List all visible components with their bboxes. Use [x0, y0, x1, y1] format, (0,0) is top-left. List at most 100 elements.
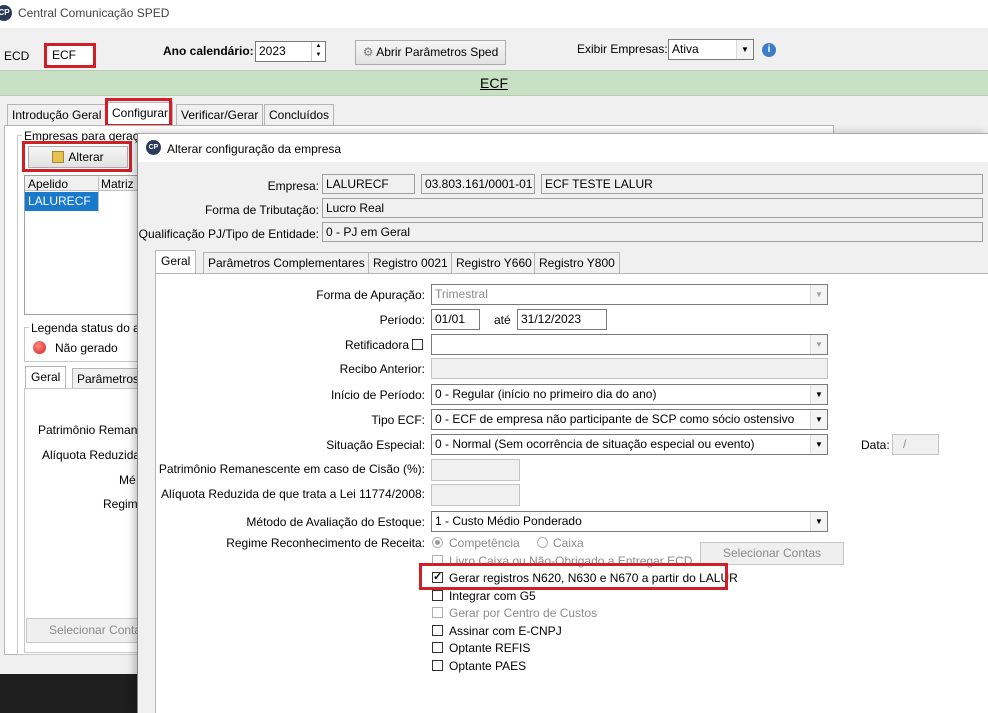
empresa-cnpj-field: 03.803.161/0001-01	[421, 174, 535, 194]
chevron-down-icon: ▼	[810, 335, 827, 354]
exibir-empresas-label: Exibir Empresas:	[577, 42, 668, 56]
tipo-ecf-label: Tipo ECF:	[371, 413, 425, 427]
optante-paes-checkbox[interactable]	[432, 660, 443, 671]
left-selecionar-contas-button[interactable]: Selecionar Conta	[26, 618, 142, 643]
taskbar-strip	[0, 674, 140, 713]
aliquota-input[interactable]	[431, 484, 520, 506]
ano-calendario-input[interactable]: 2023 ▲ ▼	[255, 41, 326, 62]
tipo-ecf-select[interactable]: 0 - ECF de empresa não participante de S…	[431, 409, 828, 430]
aliquota-label: Alíquota Reduzida de que trata a Lei 117…	[161, 487, 425, 501]
integrar-g5-checkbox[interactable]	[432, 590, 443, 601]
ate-label: até	[494, 313, 511, 327]
qualificacao-field: 0 - PJ em Geral	[322, 222, 983, 242]
selecionar-contas-button[interactable]: Selecionar Contas	[700, 542, 844, 565]
chevron-down-icon: ▼	[736, 40, 753, 59]
optante-refis-checkbox[interactable]	[432, 642, 443, 653]
empresa-nome-field: ECF TESTE LALUR	[541, 174, 983, 194]
abrir-parametros-sped-button[interactable]: ⚙ Abrir Parâmetros Sped	[355, 40, 506, 65]
left-label-aliquota: Alíquota Reduzida	[42, 448, 141, 462]
exibir-empresas-select[interactable]: Ativa ▼	[668, 39, 754, 60]
caixa-label: Caixa	[553, 536, 584, 550]
periodo-fim-input[interactable]: 31/12/2023	[517, 309, 607, 330]
periodo-label: Período:	[379, 313, 425, 327]
gear-icon: ⚙	[362, 45, 374, 59]
retificadora-label: Retificadora	[344, 338, 409, 352]
patrimonio-input[interactable]	[431, 459, 520, 481]
status-nao-gerado: Não gerado	[55, 341, 118, 355]
regime-label: Regime Reconhecimento de Receita:	[226, 536, 425, 550]
dialog-tab-geral[interactable]: Geral	[155, 250, 197, 273]
recibo-anterior-label: Recibo Anterior:	[339, 362, 425, 376]
patrimonio-label: Patrimônio Remanescente em caso de Cisão…	[158, 462, 425, 476]
left-label-regime: Regim	[103, 497, 138, 511]
chevron-down-icon: ▼	[810, 285, 827, 304]
highlight-configurar	[105, 98, 172, 127]
col-apelido[interactable]: Apelido	[28, 177, 68, 191]
left-label-patrimonio: Patrimônio Reman	[38, 423, 138, 437]
optante-refis-label: Optante REFIS	[449, 641, 531, 655]
ecd-tab[interactable]: ECD	[4, 49, 29, 63]
centro-custos-checkbox[interactable]	[432, 607, 443, 618]
tab-verificar-gerar[interactable]: Verificar/Gerar	[176, 104, 264, 125]
grid-divider	[98, 176, 99, 212]
left-label-metodo: Mé	[119, 473, 136, 487]
highlight-ecf	[44, 43, 96, 68]
empresa-apelido-field: LALURECF	[322, 174, 415, 194]
forma-apuracao-select[interactable]: Trimestral ▼	[431, 284, 828, 305]
title-bar: CP Central Comunicação SPED	[0, 0, 988, 28]
ano-calendario-label: Ano calendário:	[163, 44, 254, 58]
spin-icon[interactable]: ▲ ▼	[311, 42, 325, 61]
chevron-down-icon: ▼	[810, 385, 827, 404]
forma-apuracao-label: Forma de Apuração:	[316, 288, 425, 302]
tab-introducao-geral[interactable]: Introdução Geral	[7, 104, 107, 125]
table-row[interactable]: LALURECF	[25, 192, 98, 211]
integrar-g5-label: Integrar com G5	[449, 589, 536, 603]
highlight-alterar	[22, 141, 132, 172]
chevron-down-icon: ▼	[810, 512, 827, 531]
window-title: Central Comunicação SPED	[18, 6, 170, 20]
inicio-periodo-label: Início de Período:	[330, 388, 425, 402]
forma-tributacao-field: Lucro Real	[322, 198, 983, 218]
retificadora-select[interactable]: ▼	[431, 334, 828, 355]
ecf-banner: ECF	[0, 70, 988, 96]
status-red-icon	[33, 341, 46, 354]
competencia-radio[interactable]	[432, 537, 443, 548]
chevron-down-icon: ▼	[810, 435, 827, 454]
centro-custos-label: Gerar por Centro de Custos	[449, 606, 598, 620]
qualificacao-label: Qualificação PJ/Tipo de Entidade:	[138, 227, 319, 241]
competencia-label: Competência	[449, 536, 520, 550]
dialog-tab-registro-0021[interactable]: Registro 0021	[368, 252, 453, 273]
data-label: Data:	[861, 438, 890, 452]
dialog-title-bar: CP Alterar configuração da empresa	[138, 134, 988, 162]
situacao-especial-label: Situação Especial:	[326, 438, 425, 452]
assinar-ecnpj-checkbox[interactable]	[432, 625, 443, 636]
inicio-periodo-select[interactable]: 0 - Regular (início no primeiro dia do a…	[431, 384, 828, 405]
legenda-title: Legenda status do a	[29, 321, 142, 335]
dialog-logo-icon: CP	[146, 140, 161, 155]
caixa-radio[interactable]	[537, 537, 548, 548]
tab-concluidos[interactable]: Concluídos	[264, 104, 335, 125]
recibo-anterior-input[interactable]	[431, 358, 828, 379]
metodo-label: Método de Avaliação do Estoque:	[246, 515, 425, 529]
dialog-tab-parametros-complementares[interactable]: Parâmetros Complementares	[203, 252, 370, 273]
col-matriz[interactable]: Matriz	[101, 177, 134, 191]
forma-tributacao-label: Forma de Tributação:	[204, 203, 319, 217]
dialog-tab-registro-y660[interactable]: Registro Y660	[451, 252, 537, 273]
situacao-especial-select[interactable]: 0 - Normal (Sem ocorrência de situação e…	[431, 434, 828, 455]
app-logo-icon: CP	[0, 5, 12, 21]
metodo-select[interactable]: 1 - Custo Médio Ponderado ▼	[431, 511, 828, 532]
left-tab-parametros[interactable]: Parâmetros	[72, 368, 138, 388]
left-tab-geral[interactable]: Geral	[25, 366, 67, 388]
optante-paes-label: Optante PAES	[449, 659, 527, 673]
empresa-label: Empresa:	[267, 179, 319, 193]
highlight-gerar-n620	[419, 563, 728, 590]
banner-title: ECF	[480, 75, 508, 91]
assinar-ecnpj-label: Assinar com E-CNPJ	[449, 624, 562, 638]
retificadora-checkbox[interactable]	[412, 339, 423, 350]
data-input[interactable]: /	[892, 434, 939, 455]
dialog-title: Alterar configuração da empresa	[167, 142, 342, 156]
dialog-tab-registro-y800[interactable]: Registro Y800	[534, 252, 620, 273]
chevron-down-icon: ▼	[810, 410, 827, 429]
periodo-inicio-input[interactable]: 01/01	[431, 309, 480, 330]
info-icon[interactable]: i	[762, 43, 776, 57]
